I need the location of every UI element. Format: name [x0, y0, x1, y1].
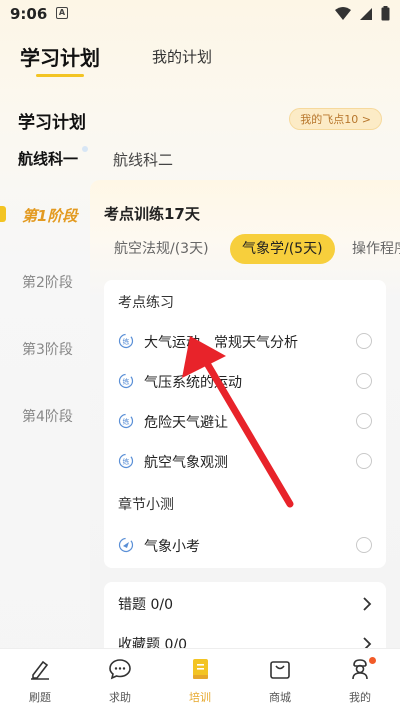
practice-item[interactable]: 练 航空气象观测 [118, 450, 372, 474]
chevron-right-icon [363, 597, 372, 611]
notification-dot [369, 657, 376, 664]
stage-1[interactable]: 第1阶段 [22, 205, 77, 226]
subject-tab-1[interactable]: 航空法规/(3天) [114, 234, 209, 264]
svg-text:练: 练 [123, 377, 130, 386]
points-badge[interactable]: 我的飞点10 > [289, 108, 382, 130]
tab-practice-label: 刷题 [29, 691, 51, 704]
quiz-item[interactable]: 气象小考 [118, 534, 372, 558]
practice-icon: 练 [118, 373, 134, 389]
shopping-bag-icon [270, 661, 290, 679]
book-icon [193, 659, 208, 679]
wrong-questions-label: 错题 0/0 [118, 597, 173, 613]
subject-tab-3[interactable]: 操作程序 [352, 234, 400, 264]
course-tab-1[interactable]: 航线科一 [18, 146, 89, 169]
subject-tabs: 航空法规/(3天) 气象学/(5天) 操作程序 [104, 234, 400, 264]
panel-title: 考点训练17天 [104, 205, 200, 223]
active-stage-indicator [0, 206, 6, 222]
practice-checkbox[interactable] [356, 373, 372, 389]
practice-item[interactable]: 练 大气运动、常规天气分析 [118, 330, 372, 354]
battery-icon [381, 6, 390, 21]
tab-training-label: 培训 [189, 691, 211, 704]
practice-item[interactable]: 练 气压系统的运动 [118, 370, 372, 394]
practice-icon: 练 [118, 453, 134, 469]
signal-icon [360, 7, 372, 20]
quiz-icon [118, 537, 134, 553]
quiz-label: 气象小考 [144, 539, 200, 555]
chat-bubble-icon [109, 659, 131, 680]
tab-study-plan[interactable]: 学习计划 [20, 42, 100, 77]
tab-profile[interactable]: 我的 [320, 649, 400, 710]
practice-heading: 考点练习 [118, 295, 174, 311]
quiz-heading: 章节小测 [118, 497, 174, 513]
pencil-icon [31, 660, 49, 680]
tab-store[interactable]: 商城 [240, 649, 320, 710]
section-title: 学习计划 [18, 113, 86, 133]
svg-text:练: 练 [123, 457, 130, 466]
tab-help-label: 求助 [109, 691, 131, 704]
svg-text:练: 练 [123, 337, 130, 346]
tab-help[interactable]: 求助 [80, 649, 160, 710]
practice-checkbox[interactable] [356, 453, 372, 469]
tab-my-plan[interactable]: 我的计划 [152, 46, 212, 67]
practice-checkbox[interactable] [356, 333, 372, 349]
quiz-checkbox[interactable] [356, 537, 372, 553]
practice-checkbox[interactable] [356, 413, 372, 429]
tab-practice[interactable]: 刷题 [0, 649, 80, 710]
practice-icon: 练 [118, 413, 134, 429]
review-card: 错题 0/0 收藏题 0/0 [104, 582, 386, 650]
practice-item[interactable]: 练 危险天气避让 [118, 410, 372, 434]
bottom-tab-bar: 刷题 求助 培训 商城 我的 [0, 648, 400, 710]
stage-3[interactable]: 第3阶段 [22, 339, 73, 359]
course-tab-2[interactable]: 航线科二 [113, 149, 173, 170]
status-time: 9:06 [10, 5, 48, 23]
tab-profile-label: 我的 [349, 691, 371, 704]
wifi-icon [335, 6, 351, 20]
practice-card: 考点练习 练 大气运动、常规天气分析 练 气压系统的运动 练 危险天气避让 练 … [104, 280, 386, 568]
wrong-questions-row[interactable]: 错题 0/0 [118, 592, 372, 616]
notification-icon: A [56, 7, 68, 19]
stage-4[interactable]: 第4阶段 [22, 406, 73, 426]
practice-label: 航空气象观测 [144, 455, 228, 471]
stage-2[interactable]: 第2阶段 [22, 272, 73, 292]
svg-text:练: 练 [123, 417, 130, 426]
subject-tab-2[interactable]: 气象学/(5天) [230, 234, 335, 264]
practice-label: 大气运动、常规天气分析 [144, 335, 298, 351]
tab-training[interactable]: 培训 [160, 649, 240, 710]
practice-label: 气压系统的运动 [144, 375, 242, 391]
status-bar: 9:06 A [0, 0, 400, 28]
plan-panel: 考点训练17天 航空法规/(3天) 气象学/(5天) 操作程序 考点练习 练 大… [90, 180, 400, 650]
tab-store-label: 商城 [269, 691, 291, 704]
practice-label: 危险天气避让 [144, 415, 228, 431]
practice-icon: 练 [118, 333, 134, 349]
